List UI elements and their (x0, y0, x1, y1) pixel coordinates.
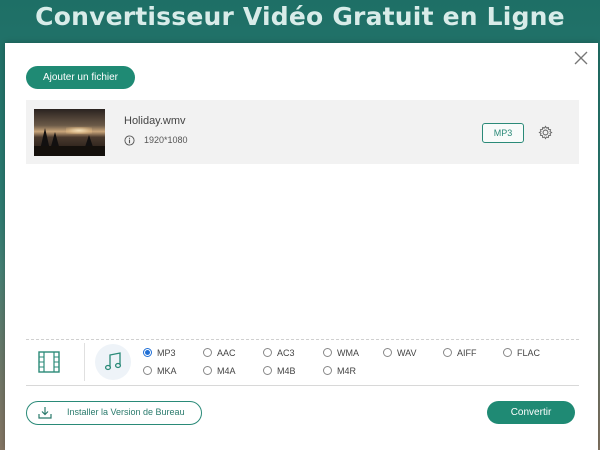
format-option-m4a[interactable]: M4A (203, 364, 236, 378)
file-name: Holiday.wmv (124, 115, 186, 127)
close-button[interactable] (572, 49, 590, 67)
format-option-flac[interactable]: FLAC (503, 346, 540, 360)
film-icon[interactable] (37, 350, 61, 374)
tab-separator (84, 343, 85, 381)
file-row: Holiday.wmv 1920*1080 MP3 (26, 100, 579, 164)
audio-format-options: MP3 AAC AC3 WMA WAV AIFF FLAC MKA M4A M4… (143, 346, 593, 380)
format-option-m4b[interactable]: M4B (263, 364, 296, 378)
format-option-mka[interactable]: MKA (143, 364, 177, 378)
format-option-m4r[interactable]: M4R (323, 364, 356, 378)
format-option-wav[interactable]: WAV (383, 346, 417, 360)
banner-title: Convertisseur Vidéo Gratuit en Ligne (35, 2, 565, 31)
page-background: Convertisseur Vidéo Gratuit en Ligne Ajo… (0, 0, 600, 450)
converter-dialog: Ajouter un fichier Holiday.wmv 1920*1080… (5, 43, 598, 450)
radio-button[interactable] (383, 348, 392, 358)
music-note-icon (104, 352, 122, 371)
video-thumbnail (34, 109, 105, 156)
info-icon[interactable] (124, 135, 135, 146)
radio-button[interactable] (503, 348, 512, 358)
radio-button[interactable] (203, 348, 212, 358)
radio-button[interactable] (263, 366, 272, 376)
radio-button[interactable] (323, 348, 332, 358)
convert-button[interactable]: Convertir (487, 401, 575, 424)
radio-button[interactable] (143, 366, 152, 376)
format-option-ac3[interactable]: AC3 (263, 346, 295, 360)
download-icon (38, 407, 52, 419)
format-option-mp3[interactable]: MP3 (143, 346, 176, 360)
divider (26, 385, 579, 386)
format-option-aac[interactable]: AAC (203, 346, 236, 360)
radio-button[interactable] (323, 366, 332, 376)
radio-button[interactable] (143, 348, 152, 358)
audio-format-tab[interactable] (95, 344, 131, 380)
output-format-badge[interactable]: MP3 (482, 123, 524, 143)
add-file-button[interactable]: Ajouter un fichier (26, 66, 135, 89)
install-button-label: Installer la Version de Bureau (67, 407, 185, 417)
format-option-aiff[interactable]: AIFF (443, 346, 477, 360)
close-icon (574, 51, 588, 65)
divider (26, 339, 579, 340)
file-resolution: 1920*1080 (144, 135, 188, 145)
gear-icon[interactable] (538, 125, 553, 140)
format-option-wma[interactable]: WMA (323, 346, 359, 360)
install-desktop-button[interactable]: Installer la Version de Bureau (26, 401, 202, 425)
radio-button[interactable] (203, 366, 212, 376)
radio-button[interactable] (263, 348, 272, 358)
radio-button[interactable] (443, 348, 452, 358)
